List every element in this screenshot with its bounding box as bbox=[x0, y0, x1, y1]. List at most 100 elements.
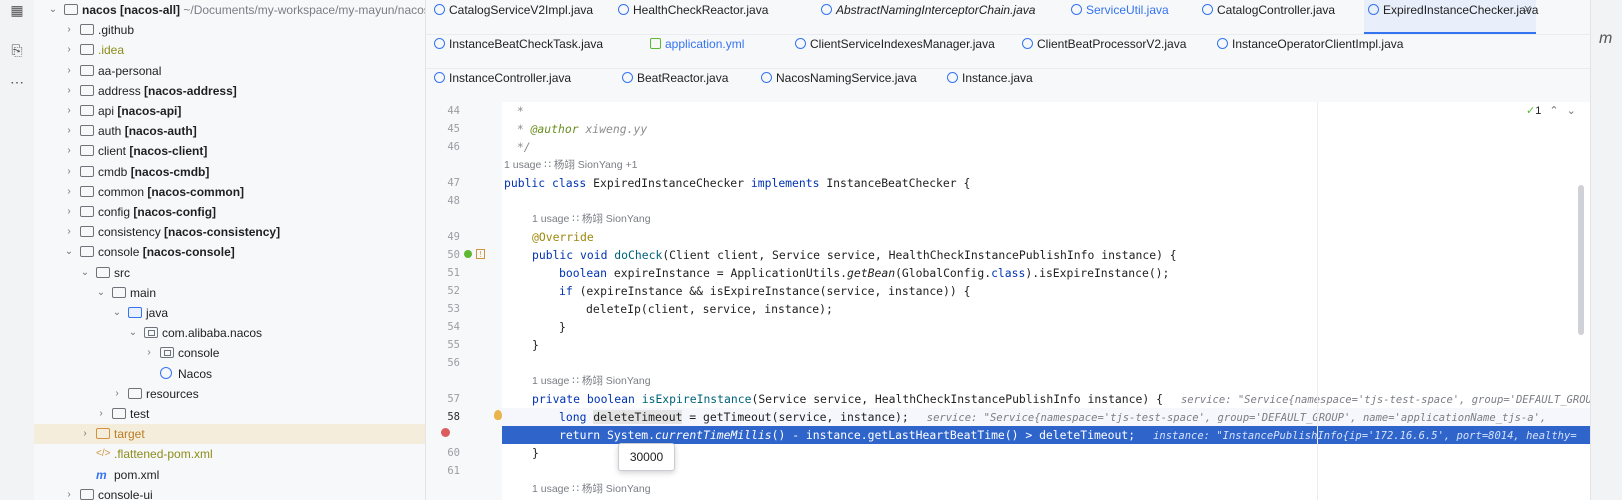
class-icon bbox=[160, 366, 172, 379]
line-number: 47 bbox=[447, 177, 460, 189]
inspection-widget[interactable]: ✓1 ⌃ ⌄ bbox=[1526, 102, 1576, 120]
tab-row-3: InstanceController.java BeatReactor.java… bbox=[426, 68, 1590, 103]
tree-row-label: console [nacos-console] bbox=[98, 245, 235, 260]
tree-row[interactable]: › common [nacos-common] bbox=[34, 182, 425, 202]
tree-row[interactable]: › console-ui bbox=[34, 485, 425, 500]
tree-row-label: target bbox=[114, 427, 145, 442]
code-line-49: @Override bbox=[532, 230, 594, 244]
tree-row[interactable]: › target bbox=[34, 424, 425, 445]
tree-row[interactable]: m pom.xml bbox=[34, 465, 425, 485]
tree-row-label: main bbox=[130, 285, 157, 300]
folder-icon bbox=[128, 307, 142, 318]
chevron-right-icon[interactable]: › bbox=[64, 20, 74, 40]
chevron-right-icon[interactable]: › bbox=[64, 162, 74, 182]
chevron-down-icon[interactable]: ⌄ bbox=[112, 303, 122, 323]
tab-expired-instance-checker[interactable]: ExpiredInstanceChecker.java ✕ bbox=[1364, 0, 1538, 34]
chevron-right-icon[interactable]: › bbox=[112, 384, 122, 404]
usage-hint[interactable]: 1 usage ∷ 杨翊 SionYang bbox=[532, 372, 651, 390]
class-icon bbox=[1022, 38, 1033, 49]
tree-row-label: config [nacos-config] bbox=[98, 205, 217, 219]
folder-icon bbox=[96, 266, 110, 278]
tree-row[interactable]: › .github bbox=[34, 20, 425, 40]
tree-row[interactable]: › test bbox=[34, 404, 425, 424]
tree-row[interactable]: › resources bbox=[34, 384, 425, 404]
tree-row[interactable]: › cmdb [nacos-cmdb] bbox=[34, 162, 425, 182]
chevron-down-icon[interactable]: ⌄ bbox=[128, 323, 138, 343]
project-tree: ⌄ nacos [nacos-all] ~/Documents/my-worksp… bbox=[34, 0, 426, 500]
chevron-right-icon[interactable]: › bbox=[64, 61, 74, 81]
value-tooltip: 30000 bbox=[618, 443, 675, 471]
usage-hint[interactable]: 1 usage ∷ 杨翊 SionYang bbox=[532, 210, 651, 228]
structure-icon[interactable]: ▦ bbox=[7, 0, 27, 20]
tree-row[interactable]: › consistency [nacos-consistency] bbox=[34, 222, 425, 242]
chevron-right-icon[interactable]: › bbox=[64, 141, 74, 161]
tree-row[interactable]: Nacos bbox=[34, 364, 425, 384]
chevron-right-icon[interactable]: › bbox=[64, 202, 74, 222]
tree-row[interactable]: ⌄ java bbox=[34, 303, 425, 323]
usage-hint[interactable]: 1 usage ∷ 杨翊 SionYang +1 bbox=[504, 156, 637, 174]
tree-row[interactable]: › aa-personal bbox=[34, 61, 425, 81]
close-tab-icon[interactable]: ✕ bbox=[1523, 0, 1532, 20]
code-line-52: if (expireInstance && isExpireInstance(s… bbox=[559, 284, 971, 298]
tree-row-label: com.alibaba.nacos bbox=[162, 326, 263, 341]
tree-row-label: console bbox=[178, 346, 220, 361]
tree-row[interactable]: › console bbox=[34, 343, 425, 363]
maven-icon[interactable]: m bbox=[1599, 30, 1612, 48]
chevron-down-icon[interactable]: ⌄ bbox=[48, 0, 58, 20]
tree-row[interactable]: ⌄ main bbox=[34, 283, 425, 303]
tree-row[interactable]: › auth [nacos-auth] bbox=[34, 121, 425, 141]
tree-row-label: aa-personal bbox=[98, 63, 162, 78]
implements-gutter-icon[interactable] bbox=[464, 250, 472, 258]
tree-row-label: Nacos bbox=[178, 366, 213, 381]
chevron-right-icon[interactable]: › bbox=[64, 222, 74, 242]
chevron-right-icon[interactable]: › bbox=[64, 121, 74, 141]
tree-row[interactable]: › api [nacos-api] bbox=[34, 101, 425, 121]
folder-icon bbox=[80, 206, 94, 217]
chevron-down-icon[interactable]: ⌄ bbox=[1559, 105, 1576, 117]
chevron-up-icon[interactable]: ⌃ bbox=[1541, 105, 1558, 117]
tree-row[interactable]: › client [nacos-client] bbox=[34, 141, 425, 161]
editor-gutter[interactable]: 44 45 46 47 48 49 50 ! 51 52 53 54 55 56… bbox=[426, 102, 502, 500]
override-gutter-icon[interactable]: ! bbox=[476, 249, 485, 259]
tree-row[interactable]: › .idea bbox=[34, 40, 425, 60]
tree-row[interactable]: › config [nacos-config] bbox=[34, 202, 425, 222]
chevron-down-icon[interactable]: ⌄ bbox=[80, 263, 90, 283]
chevron-right-icon[interactable]: › bbox=[144, 343, 154, 363]
tree-row[interactable]: </> .flattened-pom.xml bbox=[34, 444, 425, 464]
vertical-scrollbar[interactable] bbox=[1578, 185, 1584, 335]
package-icon bbox=[144, 327, 158, 339]
chevron-right-icon[interactable]: › bbox=[64, 101, 74, 121]
tree-row[interactable]: ⌄ src bbox=[34, 263, 425, 283]
line-number: 45 bbox=[447, 123, 460, 135]
tree-row[interactable]: ⌄ console [nacos-console] bbox=[34, 242, 425, 262]
tree-row[interactable]: › address [nacos-address] bbox=[34, 81, 425, 101]
tree-row[interactable]: ⌄ nacos [nacos-all] ~/Documents/my-worksp… bbox=[34, 0, 425, 20]
code-line-57: private boolean isExpireInstance(Service… bbox=[532, 392, 1590, 406]
tree-row-label: api [nacos-api] bbox=[98, 104, 182, 118]
chevron-right-icon[interactable]: › bbox=[80, 424, 90, 444]
code-line-59: return System.currentTimeMillis() - inst… bbox=[559, 428, 1577, 442]
chevron-right-icon[interactable]: › bbox=[64, 40, 74, 60]
chevron-right-icon[interactable]: › bbox=[64, 81, 74, 101]
tree-row-label: nacos [nacos-all] ~/Documents/my-workspa… bbox=[82, 3, 426, 17]
tree-row[interactable]: ⌄ com.alibaba.nacos bbox=[34, 323, 425, 343]
editor-tabs: CatalogServiceV2Impl.java HealthCheckRea… bbox=[426, 0, 1590, 103]
chevron-down-icon[interactable]: ⌄ bbox=[64, 242, 74, 262]
more-icon[interactable]: ⋯ bbox=[7, 72, 27, 92]
lightbulb-icon[interactable] bbox=[494, 410, 502, 420]
chevron-right-icon[interactable]: › bbox=[96, 404, 106, 424]
class-icon bbox=[434, 38, 445, 49]
code-editor[interactable]: * * @author xiweng.yy */ 1 usage ∷ 杨翊 Si… bbox=[502, 102, 1590, 500]
breakpoint-icon[interactable] bbox=[441, 428, 450, 437]
chevron-right-icon[interactable]: › bbox=[64, 485, 74, 500]
usage-hint[interactable]: 1 usage ∷ 杨翊 SionYang bbox=[532, 480, 651, 498]
chevron-right-icon[interactable]: › bbox=[64, 182, 74, 202]
line-number: 50 bbox=[447, 249, 460, 261]
class-icon bbox=[434, 72, 445, 83]
class-icon bbox=[622, 72, 633, 83]
yaml-icon bbox=[650, 38, 661, 49]
folder-icon bbox=[80, 185, 94, 197]
chevron-down-icon[interactable]: ⌄ bbox=[96, 283, 106, 303]
tab-row-1: CatalogServiceV2Impl.java HealthCheckRea… bbox=[426, 0, 1590, 35]
bookmarks-icon[interactable]: ⎘ bbox=[7, 40, 27, 60]
